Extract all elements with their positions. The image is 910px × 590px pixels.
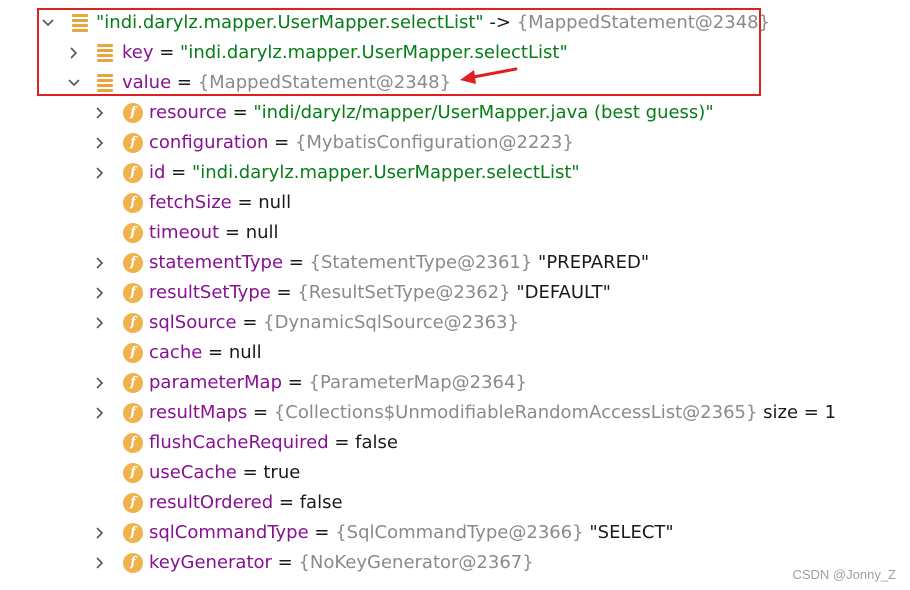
field-value: true	[263, 462, 301, 483]
field-extra: "SELECT"	[583, 522, 674, 543]
field-name: resultOrdered	[149, 492, 274, 513]
field-extra: size = 1	[757, 402, 837, 423]
field-value: {ResultSetType@2362}	[297, 282, 511, 303]
field-value: {StatementType@2361}	[309, 252, 533, 273]
field-name: resource	[149, 102, 227, 123]
field-name: sqlCommandType	[149, 522, 309, 543]
field-icon: f	[123, 553, 143, 573]
chevron-right-icon[interactable]	[92, 278, 108, 308]
chevron-right-icon[interactable]	[92, 128, 108, 158]
field-extra: "PREPARED"	[532, 252, 650, 273]
field-value: "indi/darylz/mapper/UserMapper.java (bes…	[253, 102, 714, 123]
field-value: {SqlCommandType@2366}	[335, 522, 584, 543]
field-icon: f	[123, 133, 143, 153]
field-icon: f	[123, 283, 143, 303]
field-extra: "DEFAULT"	[510, 282, 611, 303]
field-value: null	[228, 342, 262, 363]
field-name: resultSetType	[149, 282, 271, 303]
field-name: cache	[149, 342, 203, 363]
field-name: flushCacheRequired	[149, 432, 329, 453]
field-name: sqlSource	[149, 312, 237, 333]
field-icon: f	[123, 403, 143, 423]
field-name: id	[149, 162, 166, 183]
field-value: {Collections$UnmodifiableRandomAccessLis…	[273, 402, 758, 423]
field-value: false	[355, 432, 398, 453]
field-icon: f	[123, 493, 143, 513]
field-icon: f	[123, 313, 143, 333]
chevron-right-icon[interactable]	[92, 308, 108, 338]
chevron-right-icon[interactable]	[92, 398, 108, 428]
field-value: null	[245, 222, 279, 243]
field-name: useCache	[149, 462, 237, 483]
field-icon: f	[123, 433, 143, 453]
field-icon: f	[123, 163, 143, 183]
field-name: configuration	[149, 132, 269, 153]
field-name: parameterMap	[149, 372, 283, 393]
watermark: CSDN @Jonny_Z	[792, 567, 896, 582]
field-icon: f	[123, 103, 143, 123]
field-name: keyGenerator	[149, 552, 272, 573]
field-name: statementType	[149, 252, 284, 273]
chevron-right-icon[interactable]	[92, 548, 108, 578]
field-icon: f	[123, 463, 143, 483]
chevron-right-icon[interactable]	[92, 368, 108, 398]
chevron-right-icon[interactable]	[92, 248, 108, 278]
field-icon: f	[123, 253, 143, 273]
field-value: {NoKeyGenerator@2367}	[298, 552, 534, 573]
field-name: resultMaps	[149, 402, 248, 423]
chevron-right-icon[interactable]	[92, 98, 108, 128]
field-value: {MybatisConfiguration@2223}	[294, 132, 574, 153]
field-value: {DynamicSqlSource@2363}	[263, 312, 519, 333]
field-icon: f	[123, 223, 143, 243]
field-icon: f	[123, 343, 143, 363]
chevron-right-icon[interactable]	[92, 518, 108, 548]
field-value: null	[258, 192, 292, 213]
field-value: "indi.darylz.mapper.UserMapper.selectLis…	[191, 162, 580, 183]
chevron-right-icon[interactable]	[92, 158, 108, 188]
field-name: fetchSize	[149, 192, 232, 213]
highlight-box	[37, 8, 761, 96]
field-icon: f	[123, 373, 143, 393]
field-icon: f	[123, 193, 143, 213]
field-value: false	[299, 492, 343, 513]
field-name: timeout	[149, 222, 220, 243]
field-value: {ParameterMap@2364}	[308, 372, 527, 393]
annotation-arrow-icon	[460, 67, 518, 84]
field-icon: f	[123, 523, 143, 543]
